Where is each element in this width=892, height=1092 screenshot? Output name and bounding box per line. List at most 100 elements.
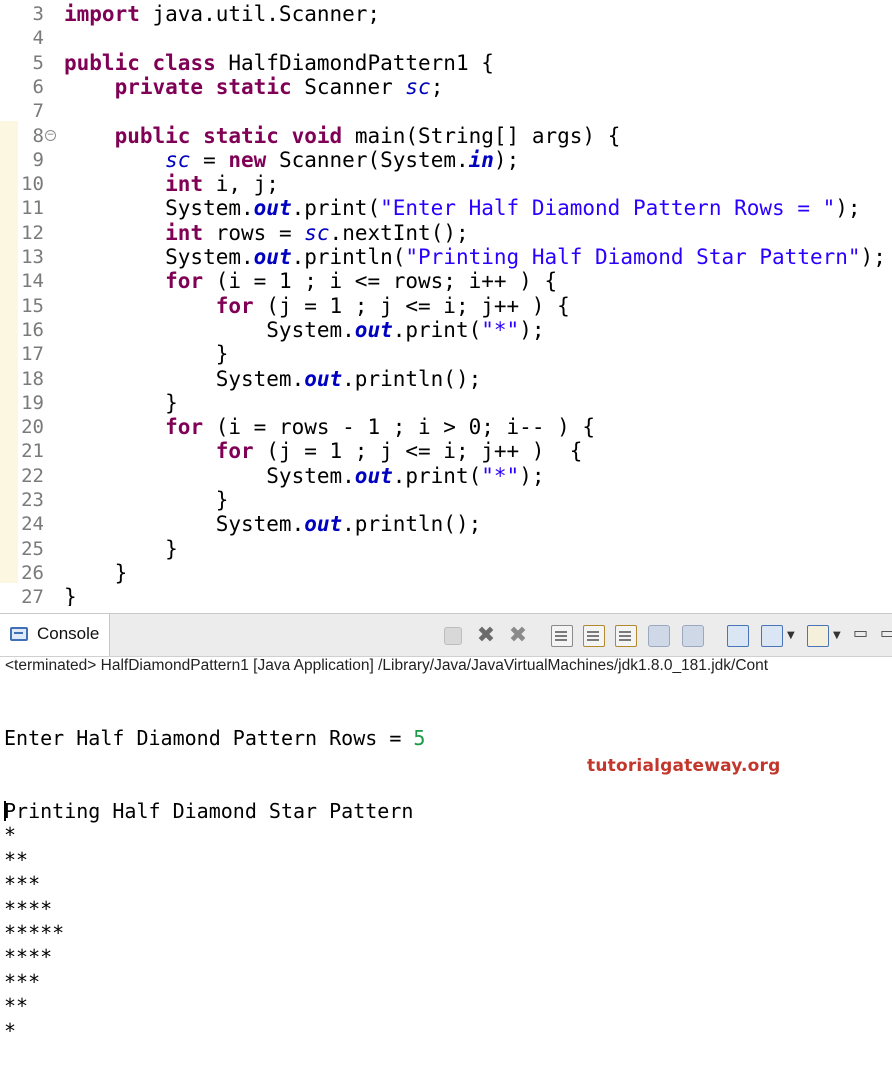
line-number: 23 [0, 488, 44, 512]
line-code: } [64, 537, 178, 561]
code-line: 24 System.out.println(); [0, 512, 892, 536]
console-output-line: *** [4, 970, 425, 994]
code-line: 23 } [0, 488, 892, 512]
code-editor[interactable]: 3 import java.util.Scanner; 45 public class… [0, 0, 892, 606]
line-number: 3 [0, 2, 44, 26]
word-wrap-icon[interactable] [615, 625, 637, 647]
code-line: 10 int i, j; [0, 172, 892, 196]
code-line: 17 } [0, 342, 892, 366]
display-console-icon[interactable] [761, 625, 783, 647]
console-output[interactable]: Enter Half Diamond Pattern Rows = 5 Prin… [4, 677, 425, 1092]
line-code: } [64, 488, 228, 512]
line-code: private static Scanner sc; [64, 75, 443, 99]
line-code: sc = new Scanner(System.in); [64, 148, 519, 172]
line-code: System.out.println(); [64, 367, 481, 391]
code-line: 4 [0, 26, 892, 50]
code-line: 19 } [0, 391, 892, 415]
line-code: System.out.println("Printing Half Diamon… [64, 245, 886, 269]
line-code: System.out.print("*"); [64, 464, 544, 488]
console-output-line: **** [4, 945, 425, 969]
console-output-line: * [4, 1019, 425, 1043]
line-code: for (j = 1 ; j <= i; j++ ) { [64, 439, 582, 463]
line-number: 27 [0, 585, 44, 606]
show-on-stderr-icon[interactable] [682, 625, 704, 647]
code-line: 9 sc = new Scanner(System.in); [0, 148, 892, 172]
line-number: 4 [0, 26, 44, 50]
launch-status: <terminated> HalfDiamondPattern1 [Java A… [5, 655, 892, 676]
terminate-icon[interactable] [444, 627, 462, 645]
line-number: 11 [0, 196, 44, 220]
console-output-line: * [4, 823, 425, 847]
code-line: 16 System.out.print("*"); [0, 318, 892, 342]
line-code: } [64, 342, 228, 366]
code-line: 14 for (i = 1 ; i <= rows; i++ ) { [0, 269, 892, 293]
fold-toggle-icon[interactable]: − [45, 130, 56, 141]
code-line: 25 } [0, 537, 892, 561]
scroll-lock-icon[interactable] [583, 625, 605, 647]
line-code: System.out.println(); [64, 512, 481, 536]
line-number: 22 [0, 464, 44, 488]
code-line: 11 System.out.print("Enter Half Diamond … [0, 196, 892, 220]
line-code: import java.util.Scanner; [64, 2, 380, 26]
remove-all-terminated-icon[interactable]: ✖ [507, 625, 529, 647]
console-tab-label: Console [37, 624, 99, 644]
line-number: 12 [0, 221, 44, 245]
line-code: System.out.print("*"); [64, 318, 544, 342]
line-number: 17 [0, 342, 44, 366]
display-console-dropdown-icon[interactable]: ▼ [787, 630, 797, 652]
line-number: 14 [0, 269, 44, 293]
line-number: 6 [0, 75, 44, 99]
console-output-line: ** [4, 994, 425, 1018]
code-line: 5 public class HalfDiamondPattern1 { [0, 51, 892, 75]
line-code: public static void main(String[] args) { [64, 124, 620, 148]
pin-console-icon[interactable] [727, 625, 749, 647]
console-output-line: **** [4, 897, 425, 921]
line-code: for (j = 1 ; j <= i; j++ ) { [64, 294, 570, 318]
console-output-line: Printing Half Diamond Star Pattern [4, 799, 425, 823]
console-icon [10, 627, 28, 641]
text-cursor [4, 801, 6, 821]
console-output-line: *** [4, 872, 425, 896]
line-code: public class HalfDiamondPattern1 { [64, 51, 494, 75]
line-number: 10 [0, 172, 44, 196]
code-line: 18 System.out.println(); [0, 367, 892, 391]
code-line: 12 int rows = sc.nextInt(); [0, 221, 892, 245]
code-line: 6 private static Scanner sc; [0, 75, 892, 99]
code-line: 7 [0, 99, 892, 123]
line-code: int rows = sc.nextInt(); [64, 221, 469, 245]
line-number: 18 [0, 367, 44, 391]
line-number: 7 [0, 99, 44, 123]
clear-console-icon[interactable] [551, 625, 573, 647]
line-number: 5 [0, 51, 44, 75]
console-output-lines: Printing Half Diamond Star Pattern******… [4, 799, 425, 1043]
maximize-icon[interactable]: ▭ [880, 623, 892, 645]
line-code: } [64, 585, 77, 606]
console-view: Console ✖ ✖ ▼ ▼ ▭ ▭ <terminated> HalfDia… [0, 606, 892, 939]
watermark: tutorialgateway.org [587, 756, 781, 776]
code-line: 20 for (i = rows - 1 ; i > 0; i-- ) { [0, 415, 892, 439]
line-number: 24 [0, 512, 44, 536]
code-line: 27} [0, 585, 892, 606]
code-line: 13 System.out.println("Printing Half Dia… [0, 245, 892, 269]
code-line: 26 } [0, 561, 892, 585]
line-code: int i, j; [64, 172, 279, 196]
open-console-icon[interactable] [807, 625, 829, 647]
minimize-icon[interactable]: ▭ [853, 623, 867, 645]
line-number: 19 [0, 391, 44, 415]
tab-console[interactable]: Console [0, 614, 110, 656]
code-line: 15 for (j = 1 ; j <= i; j++ ) { [0, 294, 892, 318]
console-output-line: ***** [4, 921, 425, 945]
show-on-stdout-icon[interactable] [648, 625, 670, 647]
open-console-dropdown-icon[interactable]: ▼ [833, 630, 843, 652]
code-line: 3 import java.util.Scanner; [0, 2, 892, 26]
console-prompt: Enter Half Diamond Pattern Rows = [4, 726, 413, 750]
line-code: for (i = rows - 1 ; i > 0; i-- ) { [64, 415, 595, 439]
console-prompt-line: Enter Half Diamond Pattern Rows = 5 [4, 726, 425, 750]
line-number: 16 [0, 318, 44, 342]
line-code: for (i = 1 ; i <= rows; i++ ) { [64, 269, 557, 293]
remove-launch-icon[interactable]: ✖ [475, 625, 497, 647]
console-toolbar: Console ✖ ✖ ▼ ▼ ▭ ▭ [0, 613, 892, 657]
line-number: 21 [0, 439, 44, 463]
console-output-line: ** [4, 848, 425, 872]
code-line: 21 for (j = 1 ; j <= i; j++ ) { [0, 439, 892, 463]
